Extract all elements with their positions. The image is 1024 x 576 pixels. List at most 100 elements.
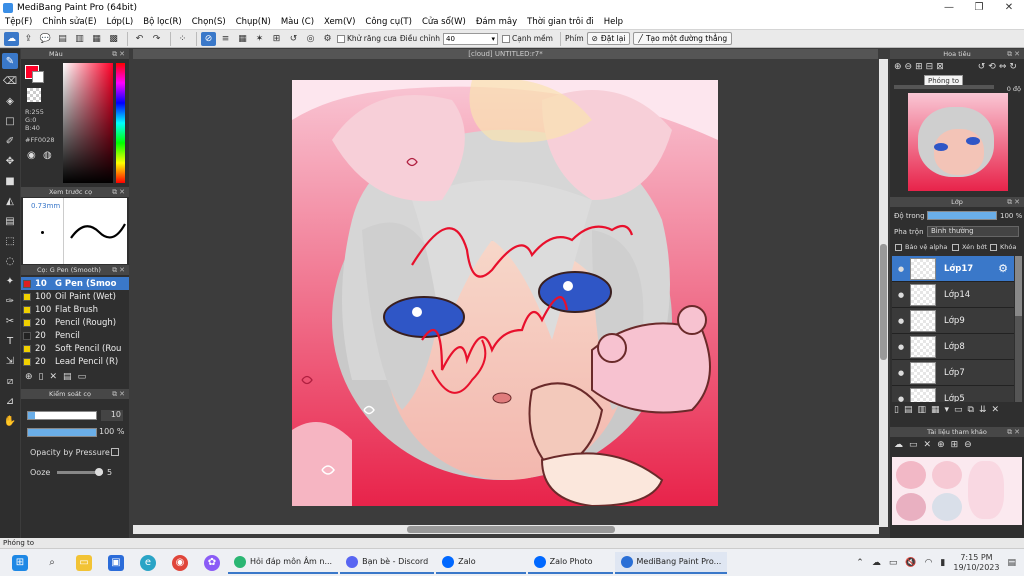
visibility-icon[interactable]: ●	[892, 369, 910, 377]
hue-slider[interactable]	[116, 63, 125, 183]
adjust-select[interactable]: 40	[443, 32, 498, 45]
brush-item[interactable]: 20 Lead Pencil (R)	[21, 355, 129, 368]
transparent-swatch[interactable]	[27, 88, 41, 102]
taskbar-app[interactable]: Zalo Photo	[527, 552, 613, 574]
panel-buttons-icon[interactable]: ⧉✕	[1007, 49, 1022, 59]
lasso-tool-icon[interactable]: ◌	[2, 253, 18, 269]
visibility-icon[interactable]: ●	[892, 343, 910, 351]
menu-edit[interactable]: Chỉnh sửa(E)	[37, 17, 101, 27]
protect-alpha-checkbox[interactable]	[895, 244, 902, 251]
fit-icon[interactable]: ⊞	[915, 62, 923, 72]
panel-buttons-icon[interactable]: ⧉✕	[112, 389, 127, 399]
antialias-checkbox[interactable]	[337, 34, 345, 43]
panel-buttons-icon[interactable]: ⧉✕	[112, 49, 127, 59]
navigator-preview[interactable]	[908, 93, 1008, 191]
menu-file[interactable]: Tệp(F)	[0, 17, 37, 27]
panel-buttons-icon[interactable]: ⧉✕	[1007, 197, 1022, 207]
redo-icon[interactable]: ↷	[149, 32, 164, 46]
vertical-scroll-thumb[interactable]	[880, 244, 887, 360]
windows-start-icon[interactable]: ⊞	[12, 554, 28, 571]
visibility-icon[interactable]: ●	[892, 265, 910, 273]
brush-item[interactable]: 10 G Pen (Smoo	[21, 277, 129, 290]
cloud-icon[interactable]: ☁	[4, 31, 19, 46]
blend-select[interactable]: Bình thường	[927, 226, 1019, 237]
taskbar-app[interactable]: Zalo	[436, 552, 526, 574]
taskbar-app[interactable]: MediBang Paint Pro...	[614, 551, 728, 574]
layer-item[interactable]: ● Lớp7	[892, 360, 1014, 386]
brush-item[interactable]: 100 Oil Paint (Wet)	[21, 290, 129, 303]
menu-help[interactable]: Help	[599, 17, 628, 27]
reference-zoom-in-icon[interactable]: ⊕	[937, 440, 945, 450]
layer-item[interactable]: ● Lớp5	[892, 386, 1014, 402]
add-reference-icon[interactable]: ☁	[894, 440, 903, 450]
new-brush-icon[interactable]: ▯	[39, 372, 44, 382]
brush-item[interactable]: 20 Soft Pencil (Rou	[21, 342, 129, 355]
clipping-checkbox[interactable]	[952, 244, 959, 251]
brush-item[interactable]: 20 Pencil	[21, 329, 129, 342]
palette-settings-icon[interactable]: ◍	[43, 150, 52, 161]
search-icon[interactable]: ⌕	[44, 555, 60, 571]
brush-size-slider[interactable]	[27, 411, 97, 420]
ooze-slider-thumb-icon[interactable]	[95, 468, 103, 476]
visibility-icon[interactable]: ●	[892, 291, 910, 299]
brush-folder-icon[interactable]: ▭	[78, 372, 87, 382]
menu-cloud[interactable]: Đám mây	[471, 17, 522, 27]
brush-tool-icon[interactable]: ✎	[2, 53, 18, 69]
close-reference-icon[interactable]: ✕	[924, 440, 932, 450]
snap-curve-icon[interactable]: ↺	[286, 32, 301, 46]
zoom-in-icon[interactable]: ⊕	[894, 62, 902, 72]
color-saturation-field[interactable]	[63, 63, 113, 183]
layer-menu-icon[interactable]: ▾	[945, 405, 950, 419]
reference-fit-icon[interactable]: ⊞	[951, 440, 959, 450]
fill-rect-icon[interactable]: ■	[2, 173, 18, 189]
layer-scroll-thumb[interactable]	[1015, 256, 1022, 316]
opacity-pressure-checkbox[interactable]	[111, 448, 119, 456]
snap-settings-icon[interactable]: ⚙	[320, 32, 335, 46]
brush-item[interactable]: 20 Pencil (Rough)	[21, 316, 129, 329]
rectangle-tool-icon[interactable]: □	[2, 113, 18, 129]
layer-item[interactable]: ● Lớp9	[892, 308, 1014, 334]
save-icon[interactable]: ▤	[55, 32, 70, 46]
divide-tool-icon[interactable]: ⧄	[2, 373, 18, 389]
brush-opacity-slider[interactable]	[27, 428, 97, 437]
menu-view[interactable]: Xem(V)	[319, 17, 360, 27]
export-icon[interactable]: ▦	[89, 32, 104, 46]
panel-buttons-icon[interactable]: ⧉✕	[112, 265, 127, 275]
new-8bit-layer-icon[interactable]: ▥	[917, 405, 926, 419]
undo-icon[interactable]: ↶	[132, 32, 147, 46]
layer-scrollbar[interactable]	[1015, 256, 1022, 402]
cloud-sync-icon[interactable]: ☁	[872, 558, 881, 568]
move-tool-icon[interactable]: ✥	[2, 153, 18, 169]
volume-muted-icon[interactable]: 🔇	[905, 558, 916, 568]
battery-icon[interactable]: ▮	[940, 558, 945, 568]
maximize-icon[interactable]: ❐	[964, 0, 994, 15]
layer-folder-icon[interactable]: ▭	[954, 405, 963, 419]
select-tool-icon[interactable]: ⬚	[2, 233, 18, 249]
reference-zoom-out-icon[interactable]: ⊖	[964, 440, 972, 450]
file-explorer-icon[interactable]: ▭	[76, 554, 92, 571]
select-pen-icon[interactable]: ✑	[2, 293, 18, 309]
panel-buttons-icon[interactable]: ⧉✕	[112, 187, 127, 197]
delete-layer-icon[interactable]: ✕	[992, 405, 1000, 419]
bucket-tool-icon[interactable]: ◭	[2, 193, 18, 209]
wifi-icon[interactable]: ◠	[925, 558, 933, 568]
reset-button[interactable]: ⊘ Đặt lại	[586, 32, 631, 45]
duplicate-layer-icon[interactable]: ⧉	[968, 405, 974, 419]
document-tab[interactable]: [cloud] UNTITLED:r7*	[133, 49, 878, 59]
snap-radial-icon[interactable]: ✶	[252, 32, 267, 46]
pen-tool-icon[interactable]: ✐	[2, 133, 18, 149]
delete-brush-icon[interactable]: ✕	[50, 372, 58, 382]
actual-size-icon[interactable]: ⊟	[926, 62, 934, 72]
menu-timelapse[interactable]: Thời gian trôi đi	[522, 17, 599, 27]
comment-icon[interactable]: 💬	[38, 32, 53, 46]
menu-window[interactable]: Cửa sổ(W)	[417, 17, 471, 27]
open-reference-icon[interactable]: ▭	[909, 440, 918, 450]
select-eraser-icon[interactable]: ✂	[2, 313, 18, 329]
notification-icon[interactable]: ▤	[1007, 558, 1016, 568]
gradient-tool-icon[interactable]: ▤	[2, 213, 18, 229]
layer-settings-icon[interactable]: ⚙	[998, 262, 1008, 275]
copilot-icon[interactable]: ✿	[204, 554, 220, 571]
new-layer-icon[interactable]: ▯	[894, 405, 899, 419]
palette-icon[interactable]: ◉	[27, 150, 36, 161]
new-halftone-layer-icon[interactable]: ▤	[904, 405, 913, 419]
